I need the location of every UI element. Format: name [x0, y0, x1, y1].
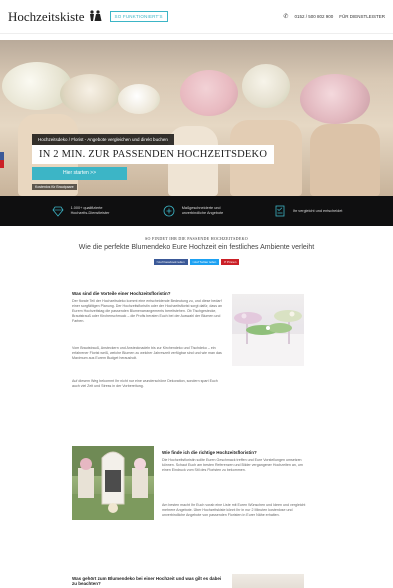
- section-kicker: SO FINDET IHR DIE PASSENDE HOCHZEITSDEKO: [144, 236, 248, 241]
- header-right: ✆ 0152 / 500 802 900 FÜR DIENSTLEISTER: [283, 13, 385, 20]
- features-bar: 1.000+ qualifizierte Hochzeits-Dienstlei…: [0, 196, 393, 226]
- hero-banner: Hochzeitsdeko / Florist - Angebote vergl…: [0, 40, 393, 196]
- start-button[interactable]: Hier starten >>: [32, 167, 127, 180]
- feature-text: Ihr vergleicht und entscheidet: [292, 208, 343, 213]
- feature-item: 1.000+ qualifizierte Hochzeits-Dienstlei…: [51, 204, 121, 218]
- hero-image-bouquet: [118, 84, 160, 114]
- pinterest-side-icon[interactable]: [0, 160, 4, 168]
- article-paragraph: Auf diesem Weg bekommt Ihr nicht nur ein…: [72, 379, 218, 388]
- for-vendors-link[interactable]: FÜR DIENSTLEISTER: [339, 14, 385, 19]
- how-it-works-link[interactable]: SO FUNKTIONIERT'S: [109, 11, 168, 22]
- article-paragraph: Am besten macht Ihr Euch vorab eine List…: [162, 503, 306, 517]
- hero-image-bouquet: [242, 64, 290, 108]
- share-buttons: f Auf Facebook teilen t Auf Twitter teil…: [0, 259, 393, 265]
- checklist-icon: [273, 204, 287, 218]
- article-heading: Was sind die Vorteile einer Hochzeitsflo…: [72, 291, 171, 296]
- feature-item: Ihr vergleicht und entscheidet: [273, 204, 343, 218]
- wedding-table-image: [232, 294, 304, 366]
- hero-image-bouquet: [60, 74, 120, 114]
- hero-title: IN 2 MIN. ZUR PASSENDEN HOCHZEITSDEKO: [32, 145, 275, 164]
- side-share-bar: [0, 152, 4, 168]
- facebook-side-icon[interactable]: [0, 152, 4, 160]
- article-heading: Wie finde ich die richtige Hochzeitsflor…: [162, 450, 257, 455]
- decoration-image: [232, 574, 304, 588]
- hero-tagline: Hochzeitsdeko / Florist - Angebote vergl…: [32, 134, 174, 145]
- hero-subnote: Kostenlos für Brautpaare: [32, 184, 77, 190]
- pinterest-share-button[interactable]: P Pinnen: [221, 259, 240, 265]
- article-paragraph: Vom Brautstrauß, Ansteckern und Ansteckn…: [72, 346, 222, 360]
- hero-image-dress: [310, 124, 380, 196]
- article-heading: Was gehört zum Blumendeko bei einer Hoch…: [72, 576, 222, 586]
- logo-text: Hochzeitskiste: [8, 8, 85, 24]
- site-header: Hochzeitskiste SO FUNKTIONIERT'S ✆ 0152 …: [0, 0, 393, 34]
- hero-image-bouquet: [180, 70, 238, 116]
- gift-icon: [162, 204, 176, 218]
- phone-number[interactable]: 0152 / 500 802 900: [294, 14, 333, 19]
- feature-text: 1.000+ qualifizierte Hochzeits-Dienstlei…: [70, 206, 110, 215]
- diamond-icon: [51, 204, 65, 218]
- facebook-share-button[interactable]: f Auf Facebook teilen: [153, 259, 188, 265]
- article-paragraph: Die Hochzeitsfloristin sollte Euren Gesc…: [162, 458, 303, 472]
- article-paragraph: Der florale Teil der Hochzeitsdeko kommt…: [72, 299, 222, 323]
- feature-item: Maßgeschneiderte und unverbindliche Ange…: [162, 204, 232, 218]
- twitter-share-button[interactable]: t Auf Twitter teilen: [189, 259, 220, 265]
- hero-image-bouquet: [300, 74, 370, 124]
- page: Hochzeitskiste SO FUNKTIONIERT'S ✆ 0152 …: [0, 0, 393, 588]
- section-title: Wie die perfekte Blumendeko Eure Hochzei…: [78, 244, 315, 251]
- logo[interactable]: Hochzeitskiste: [8, 9, 102, 25]
- feature-text: Maßgeschneiderte und unverbindliche Ange…: [181, 206, 224, 215]
- garden-ceremony-image: [72, 446, 154, 520]
- couple-icon: [88, 9, 102, 24]
- phone-icon: ✆: [283, 14, 289, 20]
